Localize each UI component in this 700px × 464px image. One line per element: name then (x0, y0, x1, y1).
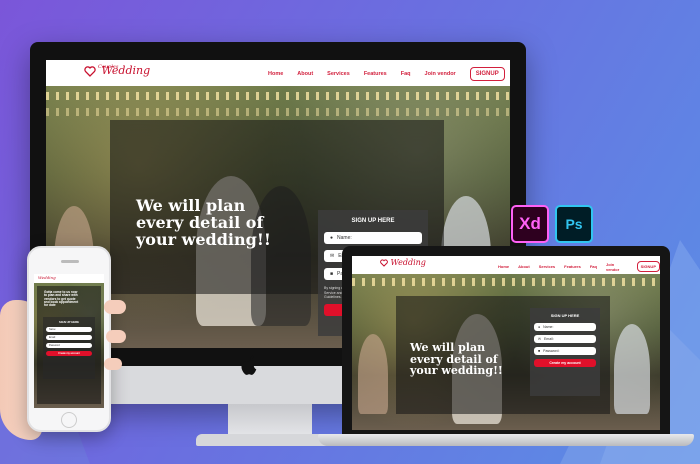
site-logo[interactable]: Wedding (38, 275, 56, 280)
nav-join-vendor[interactable]: Join vendor (606, 262, 628, 272)
nav-links: Home About Services Features Faq Join ve… (268, 67, 505, 81)
laptop-screen: Wedding Home About Services Features Faq… (352, 256, 660, 430)
password-placeholder: Password: (543, 349, 560, 353)
envelope-icon: ✉ (538, 337, 541, 341)
lock-icon: ■ (538, 349, 541, 353)
name-placeholder: Name: (543, 325, 554, 329)
password-field[interactable]: Password: (46, 343, 92, 348)
signup-form: SIGN UP HERE Name: Email: Password: Crea… (43, 317, 95, 379)
name-field[interactable]: ● Name: (534, 323, 596, 331)
hero-headline: We will plan every detail of your weddin… (410, 341, 503, 378)
name-placeholder: Name: (337, 235, 352, 241)
guest-figure (614, 324, 650, 414)
nav-faq[interactable]: Faq (401, 71, 411, 77)
name-field[interactable]: ● Name: (324, 232, 422, 244)
site-navbar: Wedding (34, 274, 104, 283)
guest-figure (358, 334, 388, 414)
site-logo[interactable]: Wedding (380, 258, 426, 267)
password-placeholder: Password: (49, 344, 61, 347)
form-title: SIGN UP HERE (59, 320, 79, 324)
create-account-button[interactable]: Create my account (534, 359, 596, 367)
photoshop-icon: Ps (555, 205, 593, 243)
heart-logo-icon (84, 65, 96, 77)
user-icon: ● (538, 325, 541, 329)
lock-icon: ■ (330, 271, 334, 277)
logo-small-text: Couples (98, 64, 119, 70)
site-navbar: Couples Wedding Home About Services Feat… (46, 60, 510, 86)
finger (104, 300, 126, 314)
create-account-button[interactable]: Create my account (46, 351, 92, 356)
hero-section: We will plan every detail of your weddin… (352, 274, 660, 430)
heart-logo-icon (380, 259, 388, 267)
site-navbar: Wedding Home About Services Features Faq… (352, 256, 660, 274)
laptop-base (318, 434, 694, 446)
nav-home[interactable]: Home (498, 264, 509, 269)
nav-services[interactable]: Services (539, 264, 555, 269)
site-logo[interactable]: Couples Wedding (84, 64, 150, 77)
envelope-icon: ✉ (330, 253, 335, 259)
nav-features[interactable]: Features (564, 264, 581, 269)
signup-button[interactable]: SIGNUP (469, 67, 505, 81)
phone-home-button (61, 412, 77, 428)
finger (106, 330, 126, 343)
phone-mockup: Wedding Gotta come to us now to plan and… (27, 246, 111, 432)
laptop-mockup: Wedding Home About Services Features Faq… (342, 246, 670, 436)
nav-faq[interactable]: Faq (590, 264, 597, 269)
email-placeholder: Email: (49, 336, 56, 339)
logo-text: Wedding (390, 258, 426, 267)
finger (104, 358, 122, 370)
nav-services[interactable]: Services (327, 71, 350, 77)
apple-icon (241, 355, 257, 375)
phone-speaker (61, 260, 79, 263)
nav-features[interactable]: Features (364, 71, 387, 77)
nav-about[interactable]: About (518, 264, 530, 269)
adobe-xd-icon: Xd (511, 205, 549, 243)
string-lights (46, 108, 510, 116)
hero-section: Gotta come to us now to plan and share w… (34, 283, 104, 408)
password-field[interactable]: ■ Password: (534, 347, 596, 355)
user-icon: ● (330, 235, 334, 241)
imac-stand-neck (228, 404, 312, 438)
form-title: SIGN UP HERE (550, 313, 580, 318)
string-lights (352, 278, 660, 286)
nav-about[interactable]: About (297, 71, 313, 77)
signup-button[interactable]: SIGNUP (636, 261, 660, 272)
string-lights (46, 92, 510, 100)
email-field[interactable]: Email: (46, 335, 92, 340)
signup-form: SIGN UP HERE ● Name: ✉ Email: ■ Password… (530, 308, 600, 396)
form-title: SIGN UP HERE (351, 218, 395, 224)
phone-screen: Wedding Gotta come to us now to plan and… (34, 274, 104, 408)
nav-join-vendor[interactable]: Join vendor (425, 71, 456, 77)
email-placeholder: Email: (543, 337, 554, 341)
hero-headline: We will plan every detail of your weddin… (136, 196, 271, 249)
name-placeholder: Name: (49, 328, 57, 331)
email-field[interactable]: ✉ Email: (534, 335, 596, 343)
nav-home[interactable]: Home (268, 71, 283, 77)
name-field[interactable]: Name: (46, 327, 92, 332)
mobile-headline: Gotta come to us now to plan and share w… (44, 290, 79, 308)
nav-links: Home About Services Features Faq Join ve… (498, 261, 660, 272)
